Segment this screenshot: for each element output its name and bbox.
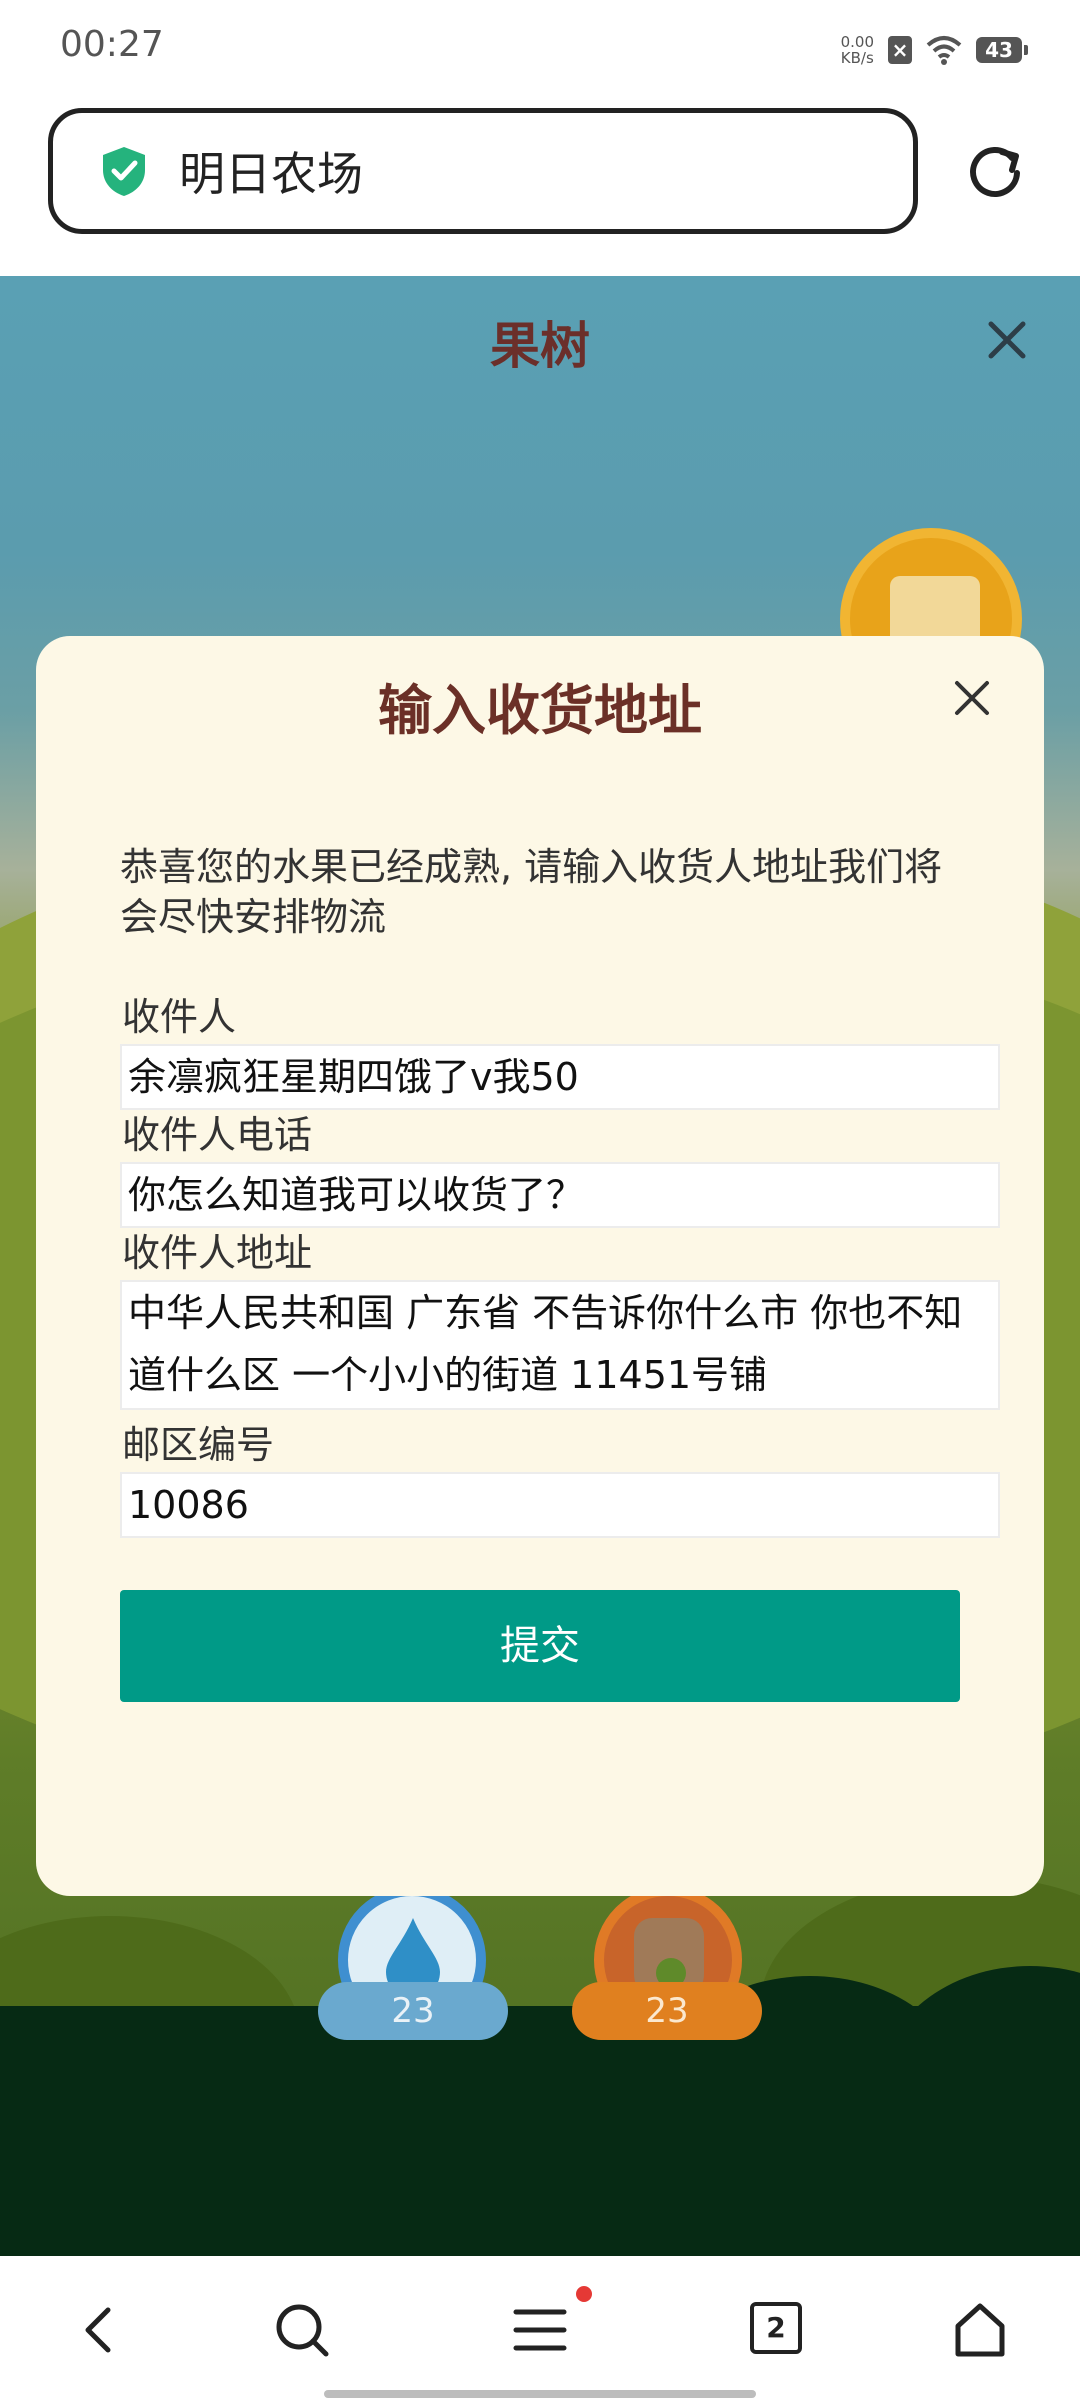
home-indicator[interactable] bbox=[324, 2390, 756, 2398]
wifi-icon bbox=[926, 36, 962, 65]
foreground-bushes bbox=[0, 2006, 1080, 2256]
search-icon[interactable] bbox=[272, 2300, 332, 2360]
menu-icon[interactable] bbox=[510, 2300, 570, 2360]
tabs-button[interactable]: 2 bbox=[750, 2302, 802, 2354]
bottom-navigation: 2 bbox=[0, 2256, 1080, 2404]
phone-label: 收件人电话 bbox=[122, 1113, 313, 1157]
page-title: 明日农场 bbox=[179, 147, 363, 201]
recipient-label: 收件人 bbox=[122, 995, 237, 1039]
address-dialog: 输入收货地址 恭喜您的水果已经成熟, 请输入收货人地址我们将会尽快安排物流 收件… bbox=[36, 636, 1044, 1896]
back-icon[interactable] bbox=[70, 2300, 130, 2360]
close-icon[interactable] bbox=[985, 318, 1029, 362]
dialog-title: 输入收货地址 bbox=[378, 679, 702, 742]
status-icons: 0.00 KB/s × 43 bbox=[840, 30, 1028, 70]
network-speed: 0.00 KB/s bbox=[840, 33, 874, 67]
recipient-input[interactable]: 余凛疯狂星期四饿了v我50 bbox=[120, 1044, 1000, 1110]
postal-code-label: 邮区编号 bbox=[122, 1423, 275, 1467]
battery-icon: 43 bbox=[976, 37, 1028, 63]
phone-input[interactable]: 你怎么知道我可以收货了？ bbox=[120, 1162, 1000, 1228]
no-sim-icon: × bbox=[888, 36, 912, 64]
status-bar: 00:27 0.00 KB/s × 43 bbox=[0, 0, 1080, 96]
address-input[interactable]: 中华人民共和国 广东省 不告诉你什么市 你也不知道什么区 一个小小的街道 114… bbox=[120, 1280, 1000, 1410]
status-time: 00:27 bbox=[60, 24, 164, 65]
home-icon[interactable] bbox=[950, 2300, 1010, 2360]
game-title: 果树 bbox=[490, 317, 590, 375]
shield-check-icon bbox=[103, 147, 145, 196]
postal-code-input[interactable]: 10086 bbox=[120, 1472, 1000, 1538]
close-icon[interactable] bbox=[952, 678, 992, 718]
reload-icon[interactable] bbox=[966, 144, 1024, 202]
submit-button[interactable]: 提交 bbox=[120, 1590, 960, 1702]
address-label: 收件人地址 bbox=[122, 1231, 313, 1275]
water-count: 23 bbox=[318, 1982, 508, 2040]
fertilizer-count: 23 bbox=[572, 1982, 762, 2040]
dialog-message: 恭喜您的水果已经成熟, 请输入收货人地址我们将会尽快安排物流 bbox=[120, 845, 943, 939]
notification-dot bbox=[576, 2286, 592, 2302]
address-bar[interactable]: 明日农场 bbox=[48, 108, 918, 234]
